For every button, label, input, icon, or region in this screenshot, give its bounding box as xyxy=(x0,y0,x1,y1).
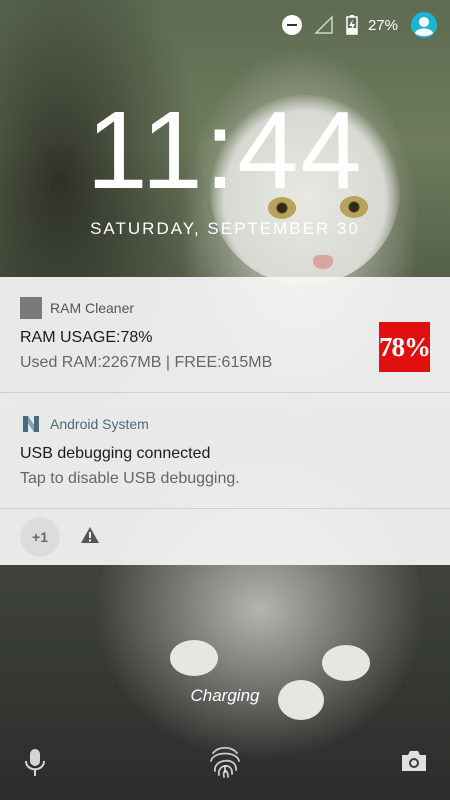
camera-icon[interactable] xyxy=(400,748,428,779)
lockscreen-date: SATURDAY, SEPTEMBER 30 xyxy=(90,219,360,238)
notification-title: USB debugging connected xyxy=(20,445,211,462)
status-bar: 27% xyxy=(0,0,450,50)
notification-ram-cleaner[interactable]: RAM Cleaner RAM USAGE:78% Used RAM:2267M… xyxy=(0,277,450,393)
notification-app-name: RAM Cleaner xyxy=(50,300,135,316)
android-system-icon xyxy=(20,413,42,435)
more-notifications-badge[interactable]: +1 xyxy=(20,517,60,557)
ram-cleaner-app-icon xyxy=(20,297,42,319)
notification-app-name: Android System xyxy=(50,416,149,432)
notification-text: Used RAM:2267MB | FREE:615MB xyxy=(20,354,273,371)
notification-panel: RAM Cleaner RAM USAGE:78% Used RAM:2267M… xyxy=(0,277,450,565)
wallpaper-cat-paw xyxy=(322,645,370,681)
battery-percent: 27% xyxy=(367,16,398,34)
lockscreen-clock: 11:44 xyxy=(86,89,364,212)
ram-usage-large-icon: 78% xyxy=(379,322,431,372)
notification-title: RAM USAGE:78% xyxy=(20,329,153,346)
notification-text: Tap to disable USB debugging. xyxy=(20,470,240,487)
do-not-disturb-icon xyxy=(281,15,302,35)
notification-usb-debugging[interactable]: Android System USB debugging connected T… xyxy=(0,393,450,509)
battery-charging-icon xyxy=(346,15,358,35)
no-signal-icon xyxy=(314,15,334,35)
mic-icon[interactable] xyxy=(24,748,46,783)
wallpaper-cat-paw xyxy=(170,640,218,676)
charging-indicator: Charging xyxy=(190,686,260,705)
fingerprint-icon[interactable] xyxy=(208,744,242,785)
notification-overflow[interactable]: +1 xyxy=(0,509,450,565)
warning-icon xyxy=(80,526,100,549)
notification-header: RAM Cleaner xyxy=(20,277,430,337)
notification-header: Android System xyxy=(20,393,430,453)
account-icon[interactable] xyxy=(410,11,438,39)
wallpaper-cat-nose xyxy=(313,255,333,269)
